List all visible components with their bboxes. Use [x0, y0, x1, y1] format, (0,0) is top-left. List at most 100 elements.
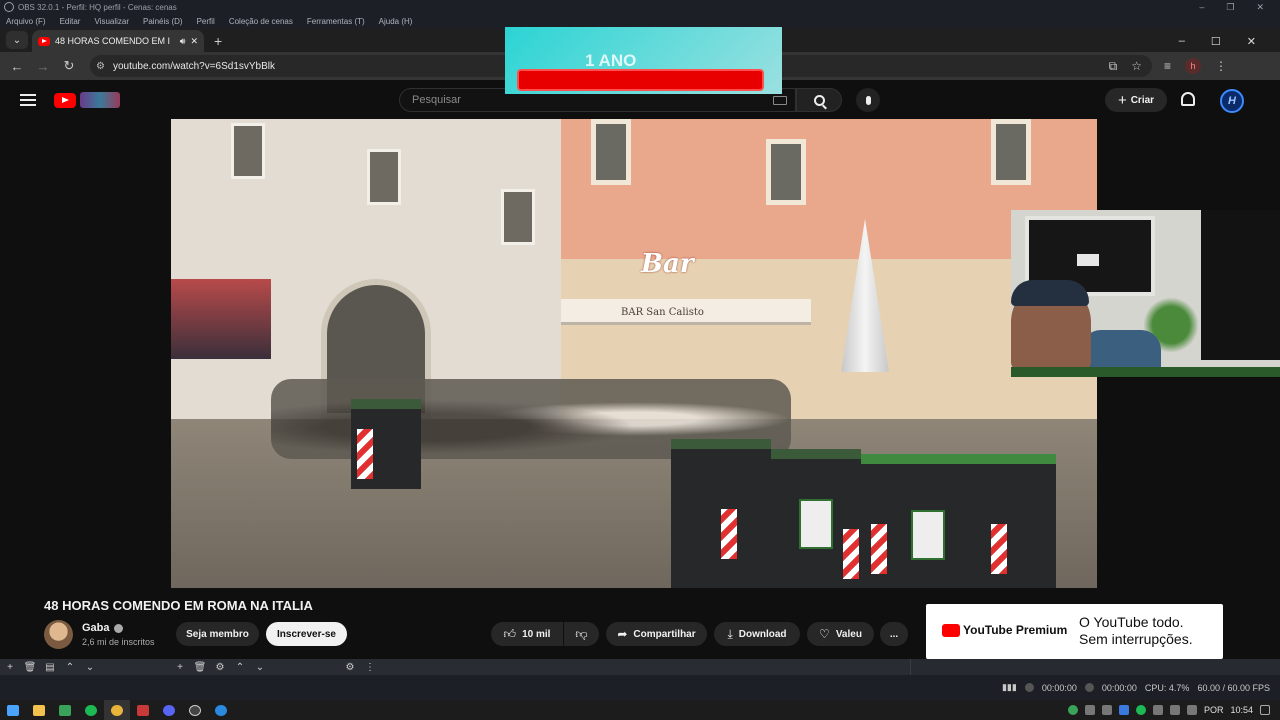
- system-tray: POR 10:54: [1067, 705, 1280, 715]
- site-info-icon[interactable]: ⚙: [96, 61, 105, 72]
- menu-colecao-cenas[interactable]: Coleção de cenas: [229, 17, 293, 26]
- taskbar-app-green[interactable]: [52, 700, 78, 720]
- source-up-icon[interactable]: ⌃: [230, 662, 250, 673]
- like-button[interactable]: 👍︎ 10 mil: [491, 622, 563, 646]
- youtube-favicon-icon: [38, 36, 50, 46]
- menu-paineis[interactable]: Painéis (D): [143, 17, 183, 26]
- obs-title-text: OBS 32.0.1 - Perfil: HQ perfil - Cenas: …: [18, 2, 177, 12]
- mixer-menu-icon[interactable]: ⋮: [360, 662, 380, 673]
- tab-close-icon[interactable]: ✕: [190, 36, 198, 47]
- video-title: 48 HORAS COMENDO EM ROMA NA ITALIA: [44, 598, 313, 613]
- thanks-button[interactable]: ♡ Valeu: [807, 622, 874, 646]
- voice-search-button[interactable]: [856, 88, 880, 112]
- close-icon[interactable]: ✕: [1256, 2, 1264, 13]
- taskbar-discord[interactable]: [156, 700, 182, 720]
- share-button[interactable]: ➦ Compartilhar: [606, 622, 707, 646]
- browser-tab[interactable]: 48 HORAS COMENDO EM I 🔊︎ ✕: [32, 30, 204, 52]
- source-settings-icon[interactable]: ⚙: [210, 662, 230, 673]
- join-button[interactable]: Seja membro: [176, 622, 259, 646]
- tray-icon[interactable]: [1135, 705, 1146, 715]
- tray-icon[interactable]: [1067, 705, 1078, 715]
- channel-avatar[interactable]: [44, 620, 73, 649]
- volume-icon[interactable]: [1186, 705, 1197, 715]
- tray-icon[interactable]: [1118, 705, 1129, 715]
- tab-title: 48 HORAS COMENDO EM I: [55, 36, 171, 46]
- menu-editar[interactable]: Editar: [60, 17, 81, 26]
- subscriber-count: 2,6 mi de inscritos: [82, 637, 155, 647]
- taskbar-news[interactable]: [130, 700, 156, 720]
- browser-close-icon[interactable]: ✕: [1247, 35, 1256, 48]
- fps-readout: 60.00 / 60.00 FPS: [1197, 682, 1270, 693]
- cast-icon[interactable]: ⧉: [1109, 59, 1118, 74]
- trash-bin: [351, 399, 421, 489]
- taskbar-spotify[interactable]: [78, 700, 104, 720]
- mixer-settings-icon[interactable]: ⚙: [340, 662, 360, 673]
- menu-perfil[interactable]: Perfil: [197, 17, 215, 26]
- hamburger-menu-icon[interactable]: [20, 94, 36, 106]
- keyboard-icon[interactable]: [773, 96, 787, 105]
- thanks-icon: ♡: [819, 627, 830, 641]
- awning-text: BAR San Calisto: [561, 299, 811, 325]
- minimize-icon[interactable]: –: [1199, 2, 1204, 13]
- dislike-button[interactable]: 👎︎: [564, 622, 599, 646]
- tray-icon[interactable]: [1152, 705, 1163, 715]
- taskbar-obs[interactable]: [182, 700, 208, 720]
- video-player[interactable]: Bar BAR San Calisto: [171, 119, 1097, 588]
- taskbar-explorer[interactable]: [26, 700, 52, 720]
- start-button[interactable]: [0, 700, 26, 720]
- source-down-icon[interactable]: ⌄: [250, 662, 270, 673]
- menu-ferramentas[interactable]: Ferramentas (T): [307, 17, 365, 26]
- menu-visualizar[interactable]: Visualizar: [94, 17, 129, 26]
- menu-arquivo[interactable]: Arquivo (F): [6, 17, 46, 26]
- taskbar-edge[interactable]: [208, 700, 234, 720]
- profile-avatar[interactable]: h: [1185, 58, 1202, 74]
- tray-icon[interactable]: [1084, 705, 1095, 715]
- taskbar-chrome[interactable]: [104, 700, 130, 720]
- menu-ajuda[interactable]: Ajuda (H): [379, 17, 413, 26]
- move-up-icon[interactable]: ⌃: [60, 662, 80, 673]
- new-tab-button[interactable]: +: [214, 33, 222, 49]
- media-control-icon[interactable]: ≡: [1164, 59, 1171, 73]
- move-down-icon[interactable]: ⌄: [80, 662, 100, 673]
- download-button[interactable]: ⤓ Download: [714, 622, 800, 646]
- tray-icon[interactable]: [1169, 705, 1180, 715]
- browser-minimize-icon[interactable]: –: [1179, 35, 1185, 47]
- restore-icon[interactable]: ❐: [1226, 2, 1234, 13]
- remove-source-icon[interactable]: 🗑︎: [190, 662, 210, 673]
- notifications-bell-icon[interactable]: [1181, 92, 1195, 106]
- tray-icon[interactable]: [1101, 705, 1112, 715]
- tab-search-button[interactable]: ⌄: [6, 31, 28, 49]
- subscribe-button[interactable]: Inscrever-se: [266, 622, 347, 646]
- red-banner: [517, 69, 764, 91]
- channel-name[interactable]: Gaba: [82, 622, 123, 634]
- stream-status-icon: [1024, 683, 1034, 692]
- browser-maximize-icon[interactable]: ☐: [1211, 35, 1221, 48]
- reload-button[interactable]: ↻: [56, 58, 82, 74]
- youtube-logo-icon[interactable]: [54, 93, 76, 108]
- more-actions-button[interactable]: ...: [880, 622, 908, 646]
- speaker-icon[interactable]: 🔊︎: [180, 36, 186, 47]
- url-text: youtube.com/watch?v=6Sd1svYbBlk: [112, 60, 276, 72]
- anniversary-text: 1 ANO: [585, 51, 637, 70]
- clock[interactable]: 10:54: [1230, 705, 1253, 715]
- user-avatar[interactable]: H: [1220, 89, 1244, 113]
- cpu-usage: CPU: 4.7%: [1144, 682, 1190, 693]
- add-source-icon[interactable]: +: [170, 662, 190, 673]
- back-button[interactable]: ←: [4, 59, 30, 74]
- create-button[interactable]: + Criar: [1105, 88, 1167, 112]
- remove-scene-icon[interactable]: 🗑︎: [20, 662, 40, 673]
- browser-menu-icon[interactable]: ⋮: [1215, 59, 1227, 73]
- search-button[interactable]: [796, 88, 842, 112]
- language-indicator[interactable]: POR: [1204, 705, 1224, 715]
- webcam-overlay: [1011, 210, 1280, 377]
- premium-line-2: Sem interrupções.: [1079, 631, 1193, 647]
- notifications-icon[interactable]: [1260, 705, 1270, 715]
- forward-button[interactable]: →: [30, 59, 56, 74]
- filter-icon[interactable]: ▤: [40, 662, 60, 673]
- bookmark-star-icon[interactable]: ☆: [1131, 59, 1142, 74]
- premium-ad[interactable]: YouTube Premium O YouTube todo. Sem inte…: [926, 604, 1223, 659]
- thumbs-up-icon: 👍︎: [503, 626, 517, 641]
- add-scene-icon[interactable]: +: [0, 662, 20, 673]
- premium-line-1: O YouTube todo.: [1079, 614, 1184, 630]
- youtube-doodle-logo[interactable]: [80, 92, 120, 108]
